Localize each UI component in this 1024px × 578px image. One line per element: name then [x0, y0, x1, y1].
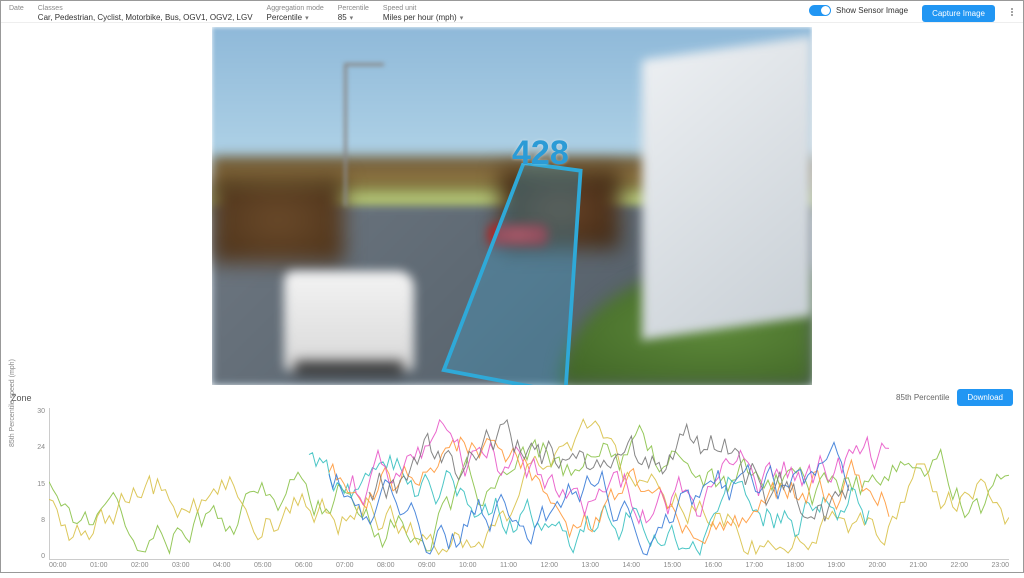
aggregation-value: Percentile	[267, 13, 303, 22]
speed-chart[interactable]: 85th Percentile speed (mph) 30241580 00:…	[11, 408, 1013, 574]
show-sensor-label: Show Sensor Image	[836, 6, 908, 15]
speed-unit-label: Speed unit	[383, 5, 463, 12]
speed-unit-field[interactable]: Speed unit Miles per hour (mph)▾	[383, 5, 463, 22]
sensor-image: 428	[212, 27, 812, 385]
chart-section: Zone 85th Percentile Download 85th Perce…	[1, 387, 1023, 578]
aggregation-label: Aggregation mode	[267, 5, 324, 12]
chart-ylabel: 85th Percentile speed (mph)	[9, 359, 16, 447]
chevron-down-icon: ▾	[350, 14, 354, 22]
chevron-down-icon: ▾	[305, 14, 309, 22]
date-field[interactable]: Date	[9, 5, 24, 22]
percentile-tag: 85th Percentile	[896, 393, 949, 402]
percentile-label: Percentile	[338, 5, 369, 12]
speed-unit-value: Miles per hour (mph)	[383, 13, 457, 22]
chevron-down-icon: ▾	[460, 14, 464, 22]
show-sensor-toggle[interactable]: Show Sensor Image	[809, 5, 908, 16]
download-button[interactable]: Download	[957, 389, 1013, 406]
capture-image-button[interactable]: Capture Image	[922, 5, 995, 22]
classes-value: Car, Pedestrian, Cyclist, Motorbike, Bus…	[38, 13, 253, 22]
chart-plot	[49, 408, 1009, 560]
toggle-icon	[809, 5, 831, 16]
classes-label: Classes	[38, 5, 253, 12]
zone-overlay[interactable]	[440, 163, 630, 385]
date-label: Date	[9, 5, 24, 12]
chart-yticks: 30241580	[29, 408, 45, 560]
percentile-field[interactable]: Percentile 85▾	[338, 5, 369, 22]
percentile-value: 85	[338, 13, 347, 22]
zone-count: 428	[512, 134, 569, 173]
toolbar: Date Classes Car, Pedestrian, Cyclist, M…	[1, 1, 1023, 23]
classes-field[interactable]: Classes Car, Pedestrian, Cyclist, Motorb…	[38, 5, 253, 22]
sensor-area: 428	[1, 23, 1023, 387]
more-icon[interactable]	[1009, 5, 1015, 19]
chart-xticks: 00:0001:0002:0003:0004:0005:0006:0007:00…	[49, 562, 1009, 574]
aggregation-field[interactable]: Aggregation mode Percentile▾	[267, 5, 324, 22]
